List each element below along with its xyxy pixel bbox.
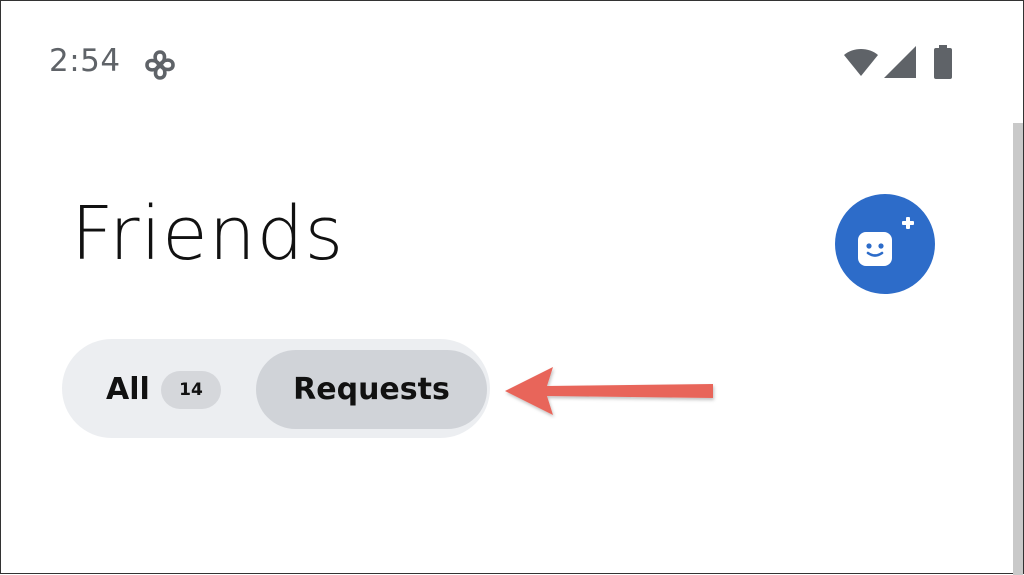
friends-count-badge: 14 [161, 371, 221, 409]
tab-all[interactable]: All 14 [62, 339, 252, 438]
annotation-arrow-icon [505, 367, 713, 415]
scrollbar[interactable] [1013, 123, 1023, 575]
app-screen: 2:54 Friends All 14 Requests [0, 0, 1024, 575]
tab-requests-label: Requests [293, 372, 450, 407]
tab-all-label: All [106, 372, 150, 407]
friends-filter-tabs: All 14 Requests [62, 339, 490, 438]
battery-icon [934, 45, 952, 79]
status-bar: 2:54 [1, 1, 1023, 121]
tab-requests[interactable]: Requests [256, 350, 487, 429]
wifi-icon [844, 49, 878, 76]
add-friend-icon [858, 217, 914, 266]
status-time: 2:54 [49, 43, 121, 79]
add-friend-button[interactable] [835, 194, 935, 294]
signal-icon [884, 46, 916, 78]
page-title: Friends [71, 191, 345, 277]
pinwheel-icon [145, 50, 175, 80]
